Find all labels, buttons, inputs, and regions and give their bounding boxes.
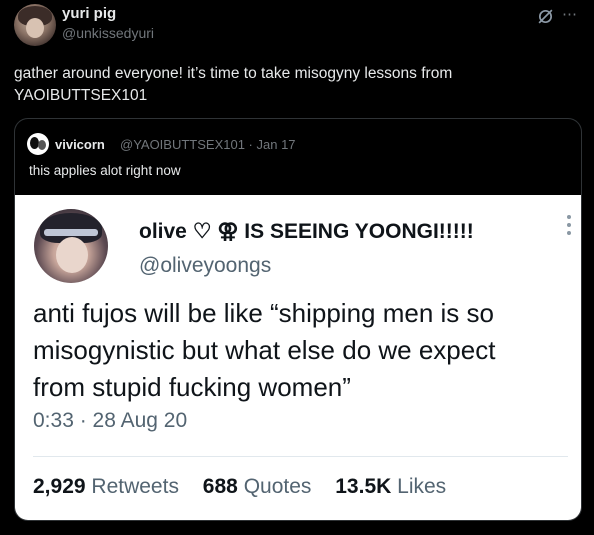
quoted-author-name: vivicorn	[55, 137, 105, 152]
quoted-tweet-card[interactable]: vivicorn @YAOIBUTTSEX101 · Jan 17 this a…	[14, 118, 582, 521]
screenshot-author-name: olive ♡ ⚢ IS SEEING YOONGI!!!!!	[139, 220, 474, 243]
author-handle[interactable]: @unkissedyuri	[62, 25, 154, 41]
retweets-label: Retweets	[91, 475, 179, 498]
screenshot-author-handle: @oliveyoongs	[139, 254, 272, 277]
quotes-label: Quotes	[243, 475, 312, 498]
likes-count: 13.5K	[335, 475, 392, 498]
screenshot-text-line: misogynistic but what else do we expect	[33, 335, 496, 365]
screenshot-engagement-stats: 2,929 Retweets 688 Quotes 13.5K Likes	[33, 475, 446, 499]
tweet-text: gather around everyone! it’s time to tak…	[14, 65, 453, 104]
quotes-count: 688	[202, 475, 238, 498]
screenshot-tweet-text: anti fujos will be like “shipping men is…	[33, 295, 578, 406]
quoted-author-meta: @YAOIBUTTSEX101 · Jan 17	[120, 137, 296, 152]
vertical-more-icon	[567, 215, 573, 239]
more-icon[interactable]: ⋯	[562, 5, 578, 23]
author-avatar[interactable]	[14, 4, 56, 46]
divider	[33, 456, 568, 457]
author-display-name[interactable]: yuri pig	[62, 5, 116, 22]
screenshot-text-line: anti fujos will be like “shipping men is…	[33, 298, 494, 328]
screenshot-author-avatar	[34, 209, 108, 283]
likes-label: Likes	[397, 475, 447, 498]
quoted-tweet-text: this applies alot right now	[29, 163, 181, 178]
avatar-face	[26, 18, 44, 38]
attached-tweet-screenshot[interactable]: olive ♡ ⚢ IS SEEING YOONGI!!!!! @oliveyo…	[15, 195, 581, 520]
screenshot-text-line: from stupid fucking women”	[33, 372, 351, 402]
retweets-count: 2,929	[33, 475, 86, 498]
screenshot-timestamp: 0:33 · 28 Aug 20	[33, 409, 188, 432]
grok-icon[interactable]	[537, 8, 554, 25]
quoted-author-avatar	[27, 133, 49, 155]
